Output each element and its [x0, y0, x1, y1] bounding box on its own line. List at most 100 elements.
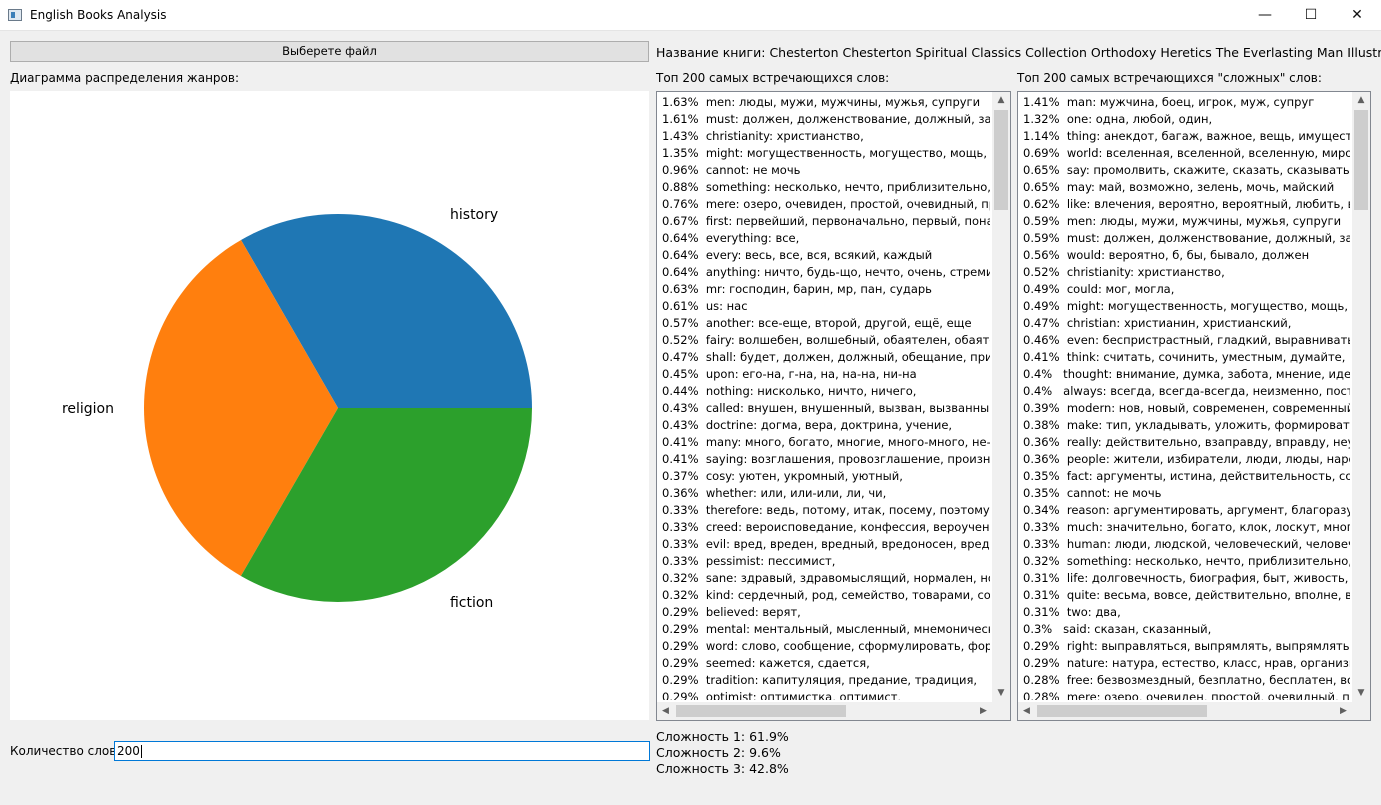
top-words-vertical-scrollbar[interactable]: ▲ ▼: [992, 92, 1010, 702]
list-item[interactable]: 0.35% fact: аргументы, истина, действите…: [1023, 468, 1350, 485]
list-item[interactable]: 0.65% may: май, возможно, зелень, мочь, …: [1023, 179, 1350, 196]
list-item[interactable]: 0.4% always: всегда, всегда-всегда, неиз…: [1023, 383, 1350, 400]
list-item[interactable]: 0.39% modern: нов, новый, современен, со…: [1023, 400, 1350, 417]
list-item[interactable]: 0.29% tradition: капитуляция, предание, …: [662, 672, 990, 689]
list-item[interactable]: 0.29% word: слово, сообщение, сформулиро…: [662, 638, 990, 655]
hard-words-vertical-scrollbar[interactable]: ▲ ▼: [1352, 92, 1370, 702]
scroll-up-icon[interactable]: ▲: [992, 92, 1010, 109]
list-item[interactable]: 0.45% upon: его-на, г-на, на, на-на, ни-…: [662, 366, 990, 383]
list-item[interactable]: 0.41% saying: возглашения, провозглашени…: [662, 451, 990, 468]
list-item[interactable]: 0.36% people: жители, избиратели, люди, …: [1023, 451, 1350, 468]
list-item[interactable]: 0.61% us: нас: [662, 298, 990, 315]
scroll-corner: [1352, 702, 1370, 720]
top-words-label: Топ 200 самых встречающихся слов:: [656, 71, 890, 85]
list-item[interactable]: 0.62% like: влечения, вероятно, вероятны…: [1023, 196, 1350, 213]
list-item[interactable]: 0.65% say: промолвить, скажите, сказать,…: [1023, 162, 1350, 179]
pie-label-history: history: [450, 207, 498, 223]
scroll-thumb[interactable]: [1354, 110, 1368, 210]
list-item[interactable]: 0.47% christian: христианин, христиански…: [1023, 315, 1350, 332]
list-item[interactable]: 0.32% something: несколько, нечто, прибл…: [1023, 553, 1350, 570]
list-item[interactable]: 1.14% thing: анекдот, багаж, важное, вещ…: [1023, 128, 1350, 145]
list-item[interactable]: 0.56% would: вероятно, б, бы, бывало, до…: [1023, 247, 1350, 264]
list-item[interactable]: 0.33% creed: вероисповедание, конфессия,…: [662, 519, 990, 536]
hard-words-horizontal-scrollbar[interactable]: ◀ ▶: [1018, 702, 1352, 720]
list-item[interactable]: 0.32% sane: здравый, здравомыслящий, нор…: [662, 570, 990, 587]
top-words-horizontal-scrollbar[interactable]: ◀ ▶: [657, 702, 992, 720]
scroll-down-icon[interactable]: ▼: [1352, 685, 1370, 702]
list-item[interactable]: 1.32% one: одна, любой, один,: [1023, 111, 1350, 128]
list-item[interactable]: 0.69% world: вселенная, вселенной, вселе…: [1023, 145, 1350, 162]
list-item[interactable]: 0.35% cannot: не мочь: [1023, 485, 1350, 502]
list-item[interactable]: 0.41% many: много, богато, многие, много…: [662, 434, 990, 451]
top-words-list[interactable]: 1.63% men: люды, мужи, мужчины, мужья, с…: [656, 91, 1011, 721]
list-item[interactable]: 1.63% men: люды, мужи, мужчины, мужья, с…: [662, 94, 990, 111]
list-item[interactable]: 0.47% shall: будет, должен, должный, обе…: [662, 349, 990, 366]
list-item[interactable]: 0.76% mere: озеро, очевиден, простой, оч…: [662, 196, 990, 213]
list-item[interactable]: 0.59% must: должен, долженствование, дол…: [1023, 230, 1350, 247]
list-item[interactable]: 0.29% seemed: кажется, сдается,: [662, 655, 990, 672]
list-item[interactable]: 0.37% cosy: уютен, укромный, уютный,: [662, 468, 990, 485]
list-item[interactable]: 0.67% first: первейший, первоначально, п…: [662, 213, 990, 230]
list-item[interactable]: 0.33% much: значительно, богато, клок, л…: [1023, 519, 1350, 536]
list-item[interactable]: 0.43% called: внушен, внушенный, вызван,…: [662, 400, 990, 417]
list-item[interactable]: 0.43% doctrine: догма, вера, доктрина, у…: [662, 417, 990, 434]
list-item[interactable]: 0.64% every: весь, все, вся, всякий, каж…: [662, 247, 990, 264]
close-button[interactable]: ✕: [1334, 0, 1380, 31]
list-item[interactable]: 0.96% cannot: не мочь: [662, 162, 990, 179]
list-item[interactable]: 0.49% could: мог, могла,: [1023, 281, 1350, 298]
list-item[interactable]: 0.28% mere: озеро, очевиден, простой, оч…: [1023, 689, 1350, 700]
scroll-down-icon[interactable]: ▼: [992, 685, 1010, 702]
list-item[interactable]: 0.46% even: беспристрастный, гладкий, вы…: [1023, 332, 1350, 349]
list-item[interactable]: 0.29% right: выправляться, выпрямлять, в…: [1023, 638, 1350, 655]
list-item[interactable]: 0.41% think: считать, сочинить, уместным…: [1023, 349, 1350, 366]
list-item[interactable]: 0.29% believed: верят,: [662, 604, 990, 621]
list-item[interactable]: 1.41% man: мужчина, боец, игрок, муж, су…: [1023, 94, 1350, 111]
list-item[interactable]: 0.33% therefore: ведь, потому, итак, пос…: [662, 502, 990, 519]
list-item[interactable]: 0.52% christianity: христианство,: [1023, 264, 1350, 281]
scroll-right-icon[interactable]: ▶: [975, 702, 992, 720]
hard-words-list[interactable]: 1.41% man: мужчина, боец, игрок, муж, су…: [1017, 91, 1371, 721]
list-item[interactable]: 1.35% might: могущественность, могуществ…: [662, 145, 990, 162]
scroll-corner: [992, 702, 1010, 720]
scroll-left-icon[interactable]: ◀: [1018, 702, 1035, 720]
list-item[interactable]: 0.4% thought: внимание, думка, забота, м…: [1023, 366, 1350, 383]
list-item[interactable]: 1.43% christianity: христианство,: [662, 128, 990, 145]
list-item[interactable]: 0.31% life: долговечность, биография, бы…: [1023, 570, 1350, 587]
list-item[interactable]: 0.64% anything: ничто, будь-що, нечто, о…: [662, 264, 990, 281]
list-item[interactable]: 0.36% really: действительно, взаправду, …: [1023, 434, 1350, 451]
scroll-up-icon[interactable]: ▲: [1352, 92, 1370, 109]
list-item[interactable]: 0.57% another: все-еще, второй, другой, …: [662, 315, 990, 332]
list-item[interactable]: 0.31% quite: весьма, вовсе, действительн…: [1023, 587, 1350, 604]
list-item[interactable]: 0.64% everything: все,: [662, 230, 990, 247]
scroll-left-icon[interactable]: ◀: [657, 702, 674, 720]
list-item[interactable]: 0.29% mental: ментальный, мысленный, мне…: [662, 621, 990, 638]
list-item[interactable]: 0.29% nature: натура, естество, класс, н…: [1023, 655, 1350, 672]
scroll-thumb[interactable]: [676, 705, 846, 717]
list-item[interactable]: 0.59% men: люды, мужи, мужчины, мужья, с…: [1023, 213, 1350, 230]
scroll-right-icon[interactable]: ▶: [1335, 702, 1352, 720]
list-item[interactable]: 0.29% optimist: оптимистка, оптимист,: [662, 689, 990, 700]
list-item[interactable]: 0.38% make: тип, укладывать, уложить, фо…: [1023, 417, 1350, 434]
list-item[interactable]: 0.28% free: безвозмездный, безплатно, бе…: [1023, 672, 1350, 689]
complexity-2-stat: Сложность 2: 9.6%: [656, 745, 781, 760]
list-item[interactable]: 0.3% said: сказан, сказанный,: [1023, 621, 1350, 638]
list-item[interactable]: 0.49% might: могущественность, могуществ…: [1023, 298, 1350, 315]
list-item[interactable]: 0.88% something: несколько, нечто, прибл…: [662, 179, 990, 196]
list-item[interactable]: 0.44% nothing: нисколько, ничто, ничего,: [662, 383, 990, 400]
list-item[interactable]: 0.31% two: два,: [1023, 604, 1350, 621]
list-item[interactable]: 0.34% reason: аргументировать, аргумент,…: [1023, 502, 1350, 519]
choose-file-button[interactable]: Выберете файл: [10, 41, 649, 62]
list-item[interactable]: 0.33% pessimist: пессимист,: [662, 553, 990, 570]
minimize-button[interactable]: —: [1242, 0, 1288, 31]
scroll-thumb[interactable]: [994, 110, 1008, 210]
list-item[interactable]: 1.61% must: должен, долженствование, дол…: [662, 111, 990, 128]
list-item[interactable]: 0.32% kind: сердечный, род, семейство, т…: [662, 587, 990, 604]
list-item[interactable]: 0.52% fairy: волшебен, волшебный, обаяте…: [662, 332, 990, 349]
list-item[interactable]: 0.36% whether: или, или-или, ли, чи,: [662, 485, 990, 502]
scroll-thumb[interactable]: [1037, 705, 1207, 717]
list-item[interactable]: 0.33% human: люди, людской, человеческий…: [1023, 536, 1350, 553]
list-item[interactable]: 0.63% mr: господин, барин, мр, пан, суда…: [662, 281, 990, 298]
list-item[interactable]: 0.33% evil: вред, вреден, вредный, вредо…: [662, 536, 990, 553]
maximize-button[interactable]: ☐: [1288, 0, 1334, 31]
word-count-input[interactable]: 200: [114, 741, 650, 761]
